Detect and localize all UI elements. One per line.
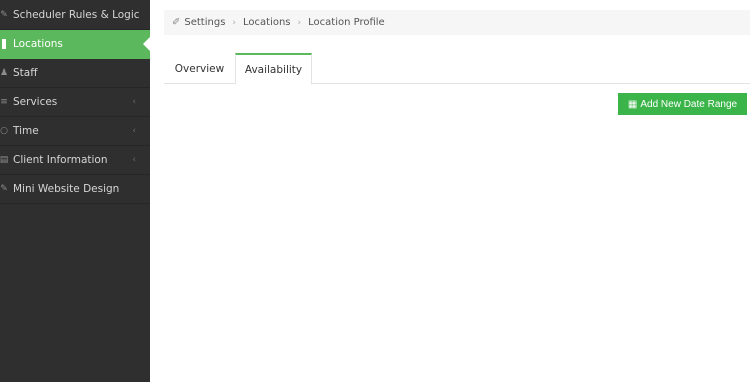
breadcrumb: ✐ Settings › Locations › Location Profil… (164, 10, 750, 35)
tab-bar: Overview Availability (164, 53, 750, 85)
chevron-left-icon: ‹ (132, 126, 136, 136)
sidebar-item-scheduler-rules[interactable]: ✎ Scheduler Rules & Logic (0, 0, 150, 30)
chevron-left-icon: ‹ (132, 155, 136, 165)
sidebar: ✎ Scheduler Rules & Logic Locations ♟ St… (0, 0, 150, 382)
add-new-date-range-label: Add New Date Range (640, 98, 738, 110)
sidebar-item-client-information[interactable]: ▤ Client Information ‹ (0, 146, 150, 175)
breadcrumb-item-settings[interactable]: Settings (184, 17, 225, 28)
services-icon: ≡ (0, 97, 8, 107)
sidebar-item-label: Client Information (13, 154, 108, 166)
clipboard-icon: ▤ (0, 155, 9, 165)
location-icon (0, 39, 9, 49)
sidebar-item-label: Scheduler Rules & Logic (13, 8, 140, 21)
breadcrumb-item-location-profile: Location Profile (308, 17, 385, 28)
sidebar-item-label: Staff (13, 67, 38, 79)
sidebar-item-label: Mini Website Design (13, 183, 120, 195)
calendar-icon: ▦ (627, 98, 638, 110)
breadcrumb-item-locations[interactable]: Locations (243, 17, 291, 28)
sidebar-item-label: Locations (13, 38, 63, 50)
sidebar-item-staff[interactable]: ♟ Staff (0, 59, 150, 88)
sidebar-item-mini-website-design[interactable]: ✎ Mini Website Design (0, 175, 150, 204)
pencil-icon: ✎ (0, 184, 8, 194)
wrench-icon: ✐ (172, 17, 181, 28)
chevron-left-icon: ‹ (132, 97, 136, 107)
sidebar-item-locations[interactable]: Locations (0, 30, 150, 59)
wrench-icon: ✎ (0, 9, 8, 20)
breadcrumb-separator: › (232, 17, 237, 28)
tab-availability[interactable]: Availability (235, 53, 312, 85)
sidebar-item-label: Time (13, 125, 39, 137)
sidebar-item-services[interactable]: ≡ Services ‹ (0, 88, 150, 117)
sidebar-item-label: Services (13, 96, 58, 108)
tab-overview[interactable]: Overview (164, 53, 235, 84)
staff-icon: ♟ (0, 68, 9, 78)
breadcrumb-separator: › (297, 17, 302, 28)
clock-icon: ○ (0, 126, 8, 136)
add-new-date-range-button[interactable]: ▦ Add New Date Range (618, 93, 747, 115)
sidebar-item-time[interactable]: ○ Time ‹ (0, 117, 150, 146)
